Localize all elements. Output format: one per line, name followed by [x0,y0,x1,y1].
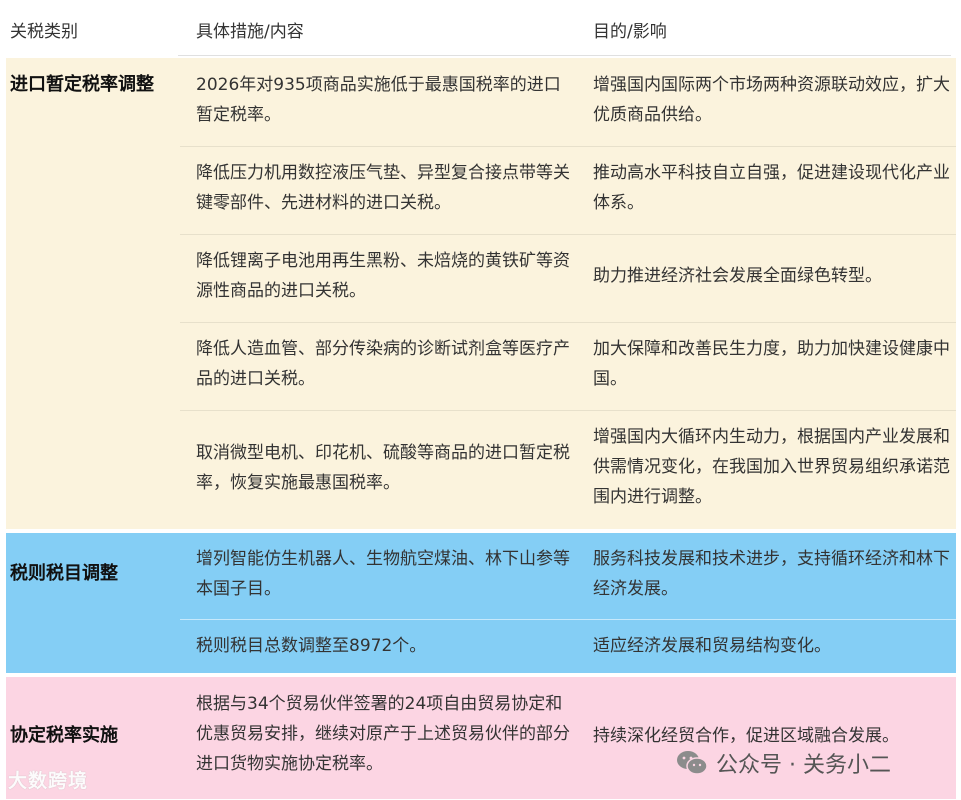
group-agreement-rate: 协定税率实施 根据与34个贸易伙伴签署的24项自由贸易协定和优惠贸易安排，继续对… [6,677,956,799]
purpose-cell: 适应经济发展和贸易结构变化。 [593,636,831,656]
measure-cell: 税则税目总数调整至8972个。 [196,636,427,656]
watermark-left: 大数跨境 [8,766,88,793]
measure-cell: 2026年对935项商品实施低于最惠国税率的进口暂定税率。 [196,75,561,125]
table-row: 降低锂离子电池用再生黑粉、未焙烧的黄铁矿等资源性商品的进口关税。 助力推进经济社… [180,234,956,322]
row-divider [180,146,956,147]
measure-cell: 降低锂离子电池用再生黑粉、未焙烧的黄铁矿等资源性商品的进口关税。 [196,251,570,301]
watermark-left-text: 大数跨境 [8,770,89,792]
table-row: 降低人造血管、部分传染病的诊断试剂盒等医疗产品的进口关税。 加大保障和改善民生力… [180,322,956,410]
table-row: 根据与34个贸易伙伴签署的24项自由贸易协定和优惠贸易安排，继续对原产于上述贸易… [180,677,956,799]
measure-cell: 取消微型电机、印花机、硫酸等商品的进口暂定税率，恢复实施最惠国税率。 [196,443,570,493]
header-category: 关税类别 [10,22,78,42]
header-divider [178,55,951,56]
row-divider [180,410,956,411]
purpose-cell: 推动高水平科技自立自强，促进建设现代化产业体系。 [593,163,950,213]
purpose-cell: 服务科技发展和技术进步，支持循环经济和林下经济发展。 [593,549,950,599]
table-row: 2026年对935项商品实施低于最惠国税率的进口暂定税率。 增强国内国际两个市场… [180,58,956,146]
purpose-cell: 加大保障和改善民生力度，助力加快建设健康中国。 [593,339,950,389]
purpose-cell: 增强国内大循环内生动力，根据国内产业发展和供需情况变化，在我国加入世界贸易组织承… [593,427,950,507]
header-measure: 具体措施/内容 [196,22,304,42]
group-tariff-items: 税则税目调整 增列智能仿生机器人、生物航空煤油、林下山参等本国子目。 服务科技发… [6,533,956,673]
table-row: 取消微型电机、印花机、硫酸等商品的进口暂定税率，恢复实施最惠国税率。 增强国内大… [180,410,956,529]
watermark-right: 公众号 · 关务小二 [676,747,891,779]
table-header: 关税类别 具体措施/内容 目的/影响 [0,0,961,56]
table-row: 税则税目总数调整至8972个。 适应经济发展和贸易结构变化。 [180,619,956,673]
wechat-icon [677,751,708,775]
group-provisional-rate: 进口暂定税率调整 2026年对935项商品实施低于最惠国税率的进口暂定税率。 增… [6,58,956,529]
table-row: 降低压力机用数控液压气垫、异型复合接点带等关键零部件、先进材料的进口关税。 推动… [180,146,956,234]
watermark-right-text: 公众号 · 关务小二 [716,753,891,778]
row-divider [180,234,956,235]
category-label: 协定税率实施 [10,725,118,746]
row-divider [180,619,956,620]
category-label: 进口暂定税率调整 [10,74,154,95]
row-divider [180,322,956,323]
purpose-cell: 增强国内国际两个市场两种资源联动效应，扩大优质商品供给。 [593,75,950,125]
table-row: 增列智能仿生机器人、生物航空煤油、林下山参等本国子目。 服务科技发展和技术进步，… [180,533,956,619]
category-label: 税则税目调整 [10,563,118,584]
measure-cell: 增列智能仿生机器人、生物航空煤油、林下山参等本国子目。 [196,549,570,599]
measure-cell: 降低人造血管、部分传染病的诊断试剂盒等医疗产品的进口关税。 [196,339,570,389]
measure-cell: 根据与34个贸易伙伴签署的24项自由贸易协定和优惠贸易安排，继续对原产于上述贸易… [196,694,570,774]
header-purpose: 目的/影响 [593,22,667,42]
measure-cell: 降低压力机用数控液压气垫、异型复合接点带等关键零部件、先进材料的进口关税。 [196,163,570,213]
purpose-cell: 助力推进经济社会发展全面绿色转型。 [593,266,882,286]
